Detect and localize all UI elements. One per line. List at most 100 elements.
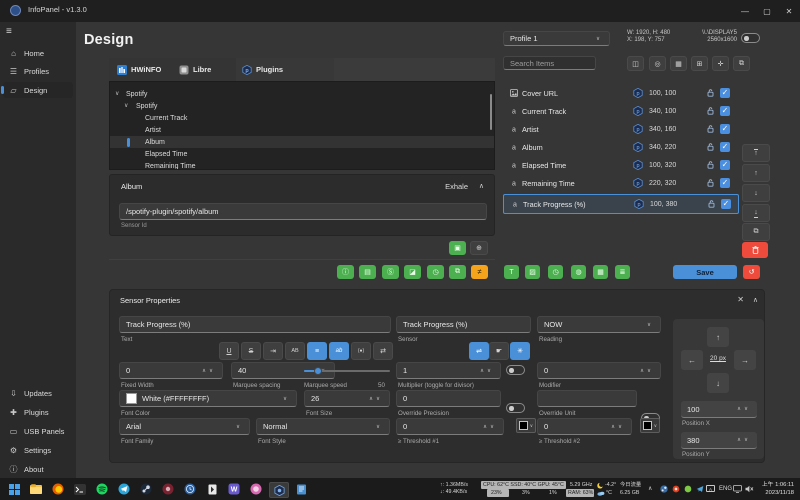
tree-item-current-track[interactable]: Current Track <box>110 112 494 124</box>
modifier-stepper[interactable]: 0 ∧∨ <box>537 362 661 379</box>
toolbar-copy-button[interactable]: ⧉ <box>733 56 750 71</box>
display-item-current-track[interactable]: a Current Track p 340, 100 ✓ <box>503 102 737 120</box>
tree-item-artist[interactable]: Artist <box>110 124 494 136</box>
taskbar-app-notes[interactable] <box>294 482 308 496</box>
duplicate-button[interactable]: ⧉ <box>742 223 770 241</box>
search-input[interactable] <box>503 56 596 70</box>
taskbar-steam[interactable] <box>139 482 153 496</box>
sidebar-item-profiles[interactable]: ☰ Profiles <box>3 63 73 79</box>
lock-icon[interactable] <box>708 200 715 208</box>
display-item-cover-url[interactable]: Cover URL p 100, 100 ✓ <box>503 84 737 102</box>
add-clock-button[interactable]: ◷ <box>548 265 563 279</box>
tray-telegram-icon[interactable] <box>696 485 704 493</box>
add-sensor-button[interactable]: ⊕ <box>470 241 488 255</box>
sidebar-item-about[interactable]: ⓘ About <box>3 461 73 477</box>
format-strikethrough-button[interactable]: S <box>241 342 261 360</box>
visible-checkbox[interactable]: ✓ <box>721 199 731 209</box>
format-rtl-button[interactable]: ⇥ <box>263 342 283 360</box>
save-button[interactable]: Save <box>673 265 737 279</box>
hamburger-menu-icon[interactable]: ≡ <box>6 26 19 37</box>
add-text-button[interactable]: T <box>504 265 519 279</box>
tray-steam-icon[interactable] <box>660 485 668 493</box>
sensor-input[interactable]: Track Progress (%) <box>396 316 531 333</box>
tree-item-elapsed-time[interactable]: Elapsed Time <box>110 148 494 160</box>
format-audio-button[interactable]: (●) <box>351 342 371 360</box>
sidebar-item-settings[interactable]: ⚙ Settings <box>3 442 73 458</box>
taskbar-app-small[interactable] <box>205 482 219 496</box>
nudge-step-link[interactable]: 20 px <box>707 355 729 362</box>
tab-hwinfo[interactable]: HWiNFO <box>111 58 167 81</box>
display-item-album[interactable]: a Album p 340, 220 ✓ <box>503 138 737 156</box>
visible-checkbox[interactable]: ✓ <box>720 124 730 134</box>
sensor-link-button[interactable]: ⇌ <box>469 342 489 360</box>
stepper-carets[interactable]: ∧∨ <box>640 368 654 374</box>
toolbar-power-button[interactable]: ◎ <box>649 56 666 71</box>
lock-icon[interactable] <box>707 107 714 115</box>
tray-speaker-icon[interactable] <box>745 485 754 493</box>
tree-item-remaining-time[interactable]: Remaining Time <box>110 160 494 170</box>
format-underline-button[interactable]: U <box>219 342 239 360</box>
display-item-track-progress-selected[interactable]: a Track Progress (%) p 100, 380 ✓ <box>503 194 739 214</box>
format-uppercase-button[interactable]: AB <box>285 342 305 360</box>
nudge-left-button[interactable]: ← <box>681 350 703 370</box>
tray-ime-icon[interactable]: A <box>706 485 715 492</box>
profile-select[interactable]: Profile 1 ∨ <box>503 31 610 46</box>
move-to-top-button[interactable]: ↑ <box>742 144 770 162</box>
visible-checkbox[interactable]: ✓ <box>720 178 730 188</box>
add-gauge-button[interactable]: ◍ <box>571 265 586 279</box>
plugin-config-button[interactable]: ≠ <box>471 265 488 279</box>
sensor-id-input[interactable]: /spotify-plugin/spotify/album <box>119 203 487 220</box>
start-button[interactable] <box>7 482 21 496</box>
tree-item-album-selected[interactable]: Album <box>110 136 494 148</box>
collapse-chevron-icon[interactable]: ∧ <box>479 182 484 190</box>
toolbar-move-button[interactable]: ✛ <box>712 56 729 71</box>
visible-checkbox[interactable]: ✓ <box>720 160 730 170</box>
font-color-select[interactable]: White (#FFFFFFFF) ∨ <box>119 390 297 407</box>
reload-button[interactable]: ↺ <box>743 265 760 279</box>
taskbar-app-pink[interactable] <box>249 482 263 496</box>
plugin-copy-button[interactable]: ⧉ <box>449 265 466 279</box>
visible-checkbox[interactable]: ✓ <box>720 88 730 98</box>
taskbar-explorer[interactable] <box>29 482 43 496</box>
font-family-select[interactable]: Arial ∨ <box>119 418 250 435</box>
visible-checkbox[interactable]: ✓ <box>720 142 730 152</box>
chevron-down-icon[interactable]: ∨ <box>115 90 119 97</box>
stepper-carets[interactable]: ∧∨ <box>202 368 216 374</box>
stepper-carets[interactable]: ∧∨ <box>369 396 383 402</box>
marquee-speed-slider[interactable] <box>304 370 390 372</box>
stepper-carets[interactable]: ∧∨ <box>480 368 494 374</box>
tray-green-icon[interactable] <box>684 485 692 493</box>
lock-icon[interactable] <box>707 89 714 97</box>
plugin-docs-button[interactable]: ▤ <box>359 265 376 279</box>
stepper-carets[interactable]: ∧∨ <box>611 424 625 430</box>
nudge-down-button[interactable]: ↓ <box>707 373 729 393</box>
taskbar-app-maroon[interactable] <box>161 482 175 496</box>
sidebar-item-usb-panels[interactable]: ▭ USB Panels <box>3 423 73 439</box>
move-up-button[interactable]: ↑ <box>742 164 770 182</box>
taskbar-firefox[interactable] <box>51 482 65 496</box>
taskbar-telegram[interactable] <box>117 482 131 496</box>
toolbar-add-button[interactable]: ⊞ <box>691 56 708 71</box>
taskbar-spotify[interactable] <box>95 482 109 496</box>
toolbar-grid-button[interactable]: ▦ <box>670 56 687 71</box>
format-wrap-button[interactable]: ab <box>329 342 349 360</box>
multiplier-toggle[interactable] <box>506 365 525 375</box>
position-y-stepper[interactable]: 380 ∧∨ <box>681 432 757 449</box>
sidebar-item-plugins[interactable]: ✚ Plugins <box>3 404 73 420</box>
nudge-up-button[interactable]: ↑ <box>707 327 729 347</box>
chevron-down-icon[interactable]: ∨ <box>124 102 128 109</box>
collapse-chevron-icon[interactable]: ∧ <box>753 296 758 304</box>
lock-icon[interactable] <box>707 161 714 169</box>
nudge-right-button[interactable]: → <box>734 350 756 370</box>
display-item-remaining-time[interactable]: a Remaining Time p 220, 320 ✓ <box>503 174 737 192</box>
add-table-button[interactable]: ≣ <box>615 265 630 279</box>
sensor-auto-button[interactable]: ✳ <box>510 342 530 360</box>
position-x-stepper[interactable]: 100 ∧∨ <box>681 401 757 418</box>
tray-red-icon[interactable] <box>672 485 680 493</box>
plugin-clock-button[interactable]: ◷ <box>427 265 444 279</box>
tree-scrollbar[interactable] <box>490 94 493 130</box>
threshold1-color-select[interactable]: ∨ <box>516 418 536 433</box>
display-toggle[interactable] <box>741 33 760 43</box>
taskbar-app-w[interactable]: W <box>227 482 241 496</box>
add-image-button[interactable]: ▨ <box>525 265 540 279</box>
